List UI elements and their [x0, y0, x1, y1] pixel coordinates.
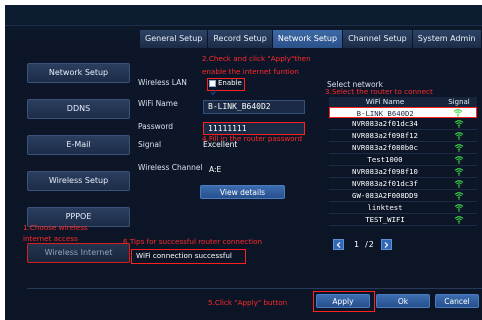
network-name: B-LINK_B640D2	[356, 109, 414, 117]
column-signal: Signal	[448, 98, 470, 106]
sidebar: Network Setup DDNS E-Mail Wireless Setup…	[27, 63, 130, 279]
wifi-name-label: WiFi Name	[138, 99, 178, 108]
wifi-signal-cell	[441, 130, 477, 141]
wifi-signal-cell	[441, 202, 477, 213]
network-row[interactable]: NVR083a2f01dc34	[329, 118, 477, 130]
annotation-step1-line2: internet access	[23, 234, 78, 243]
network-name: Test1000	[367, 155, 403, 164]
annotation-step6: 6.Tips for successful router connection	[123, 237, 263, 246]
wifi-signal-icon	[454, 120, 464, 128]
tab-network-setup[interactable]: Network Setup	[272, 30, 344, 48]
tab-system-admin[interactable]: System Admin	[412, 30, 482, 48]
annotation-step3: 3.Select the router to connect	[325, 87, 433, 96]
connection-status: WiFi connection successful	[136, 251, 232, 260]
network-name: NVR083a2f01dc3f	[352, 179, 418, 188]
network-name: TEST_WIFI	[365, 215, 405, 224]
wifi-signal-cell	[441, 118, 477, 129]
wifi-signal-cell	[441, 190, 477, 201]
column-wifi-name: WiFi Name	[365, 97, 405, 106]
annotation-step2-line2: enable the internet funtion	[202, 67, 299, 76]
check-icon	[210, 89, 217, 96]
footer-divider	[27, 288, 482, 289]
password-label: Password	[138, 122, 174, 131]
wifi-signal-icon	[454, 168, 464, 176]
wifi-signal-icon	[454, 192, 464, 200]
wifi-signal-icon	[454, 156, 464, 164]
network-name: GW-083A2F008DD9	[352, 191, 418, 200]
network-row[interactable]: NVR083a2f098f10	[329, 166, 477, 178]
wifi-signal-cell	[441, 154, 477, 165]
network-name: linktest	[367, 203, 403, 212]
network-row[interactable]: GW-083A2F008DD9	[329, 190, 477, 202]
network-table-header: WiFi Name Signal	[329, 97, 477, 107]
pager: 1 / 2	[333, 239, 392, 250]
wifi-signal-cell	[441, 142, 477, 153]
page-current: 1	[354, 240, 360, 249]
network-row[interactable]: NVR083a2f080b0c	[329, 142, 477, 154]
wifi-signal-icon	[454, 132, 464, 140]
sidebar-item-ddns[interactable]: DDNS	[27, 99, 130, 119]
sidebar-item-wireless-internet[interactable]: Wireless Internet	[27, 243, 130, 263]
wifi-signal-icon	[454, 144, 464, 152]
chevron-right-icon	[384, 241, 389, 248]
enable-label: Enable	[218, 79, 242, 87]
apply-button[interactable]: Apply	[316, 294, 370, 308]
annotation-step2: 2.Check and click "Apply"then	[202, 54, 311, 63]
network-row[interactable]: NVR083a2f098f12	[329, 130, 477, 142]
page-separator: /	[365, 240, 368, 249]
wifi-signal-cell	[440, 108, 476, 117]
tab-bar: General Setup Record Setup Network Setup…	[140, 30, 482, 48]
page-total: 2	[368, 240, 374, 249]
ok-button[interactable]: Ok	[376, 294, 430, 308]
signal-label: Signal	[138, 140, 162, 149]
wireless-lan-label: Wireless LAN	[138, 78, 187, 87]
network-row[interactable]: TEST_WIFI	[329, 214, 477, 226]
next-page-button[interactable]	[380, 239, 392, 250]
sidebar-item-network-setup[interactable]: Network Setup	[27, 63, 130, 83]
wifi-signal-icon	[453, 109, 463, 117]
sidebar-item-email[interactable]: E-Mail	[27, 135, 130, 155]
channel-label: Wireless Channel	[138, 163, 203, 172]
network-row[interactable]: Test1000	[329, 154, 477, 166]
tab-general-setup[interactable]: General Setup	[140, 30, 209, 48]
tab-record-setup[interactable]: Record Setup	[208, 30, 273, 48]
channel-value: A:E	[209, 165, 222, 174]
wifi-name-field[interactable]: B-LINK_B640D2	[203, 100, 305, 114]
wifi-signal-icon	[454, 204, 464, 212]
wifi-signal-icon	[454, 180, 464, 188]
network-table: WiFi Name Signal B-LINK_B640D2 NVR083a2f0…	[329, 97, 477, 226]
network-name: NVR083a2f01dc34	[352, 119, 418, 128]
enable-checkbox[interactable]	[209, 80, 217, 96]
network-name: NVR083a2f098f10	[352, 167, 418, 176]
top-bar	[5, 5, 482, 26]
cancel-button[interactable]: Cancel	[435, 294, 479, 308]
wifi-signal-cell	[441, 166, 477, 177]
chevron-left-icon	[336, 241, 340, 248]
app-window: General Setup Record Setup Network Setup…	[5, 5, 482, 320]
network-row[interactable]: B-LINK_B640D2	[329, 107, 477, 118]
network-row[interactable]: NVR083a2f01dc3f	[329, 178, 477, 190]
tab-channel-setup[interactable]: Channel Setup	[343, 30, 413, 48]
view-details-button[interactable]: View details	[200, 185, 285, 199]
annotation-step5: 5.Click "Apply" button	[208, 298, 288, 307]
wifi-signal-cell	[441, 178, 477, 189]
signal-value: Excellent	[203, 140, 238, 149]
wifi-signal-icon	[454, 216, 464, 224]
prev-page-button[interactable]	[333, 239, 344, 250]
wifi-signal-cell	[441, 214, 477, 225]
sidebar-item-wireless-setup[interactable]: Wireless Setup	[27, 171, 130, 191]
annotation-step1: 1.Choose wireless	[23, 223, 88, 232]
password-field[interactable]: 11111111	[203, 122, 305, 135]
network-name: NVR083a2f080b0c	[352, 143, 418, 152]
network-row[interactable]: linktest	[329, 202, 477, 214]
network-name: NVR083a2f098f12	[352, 131, 418, 140]
